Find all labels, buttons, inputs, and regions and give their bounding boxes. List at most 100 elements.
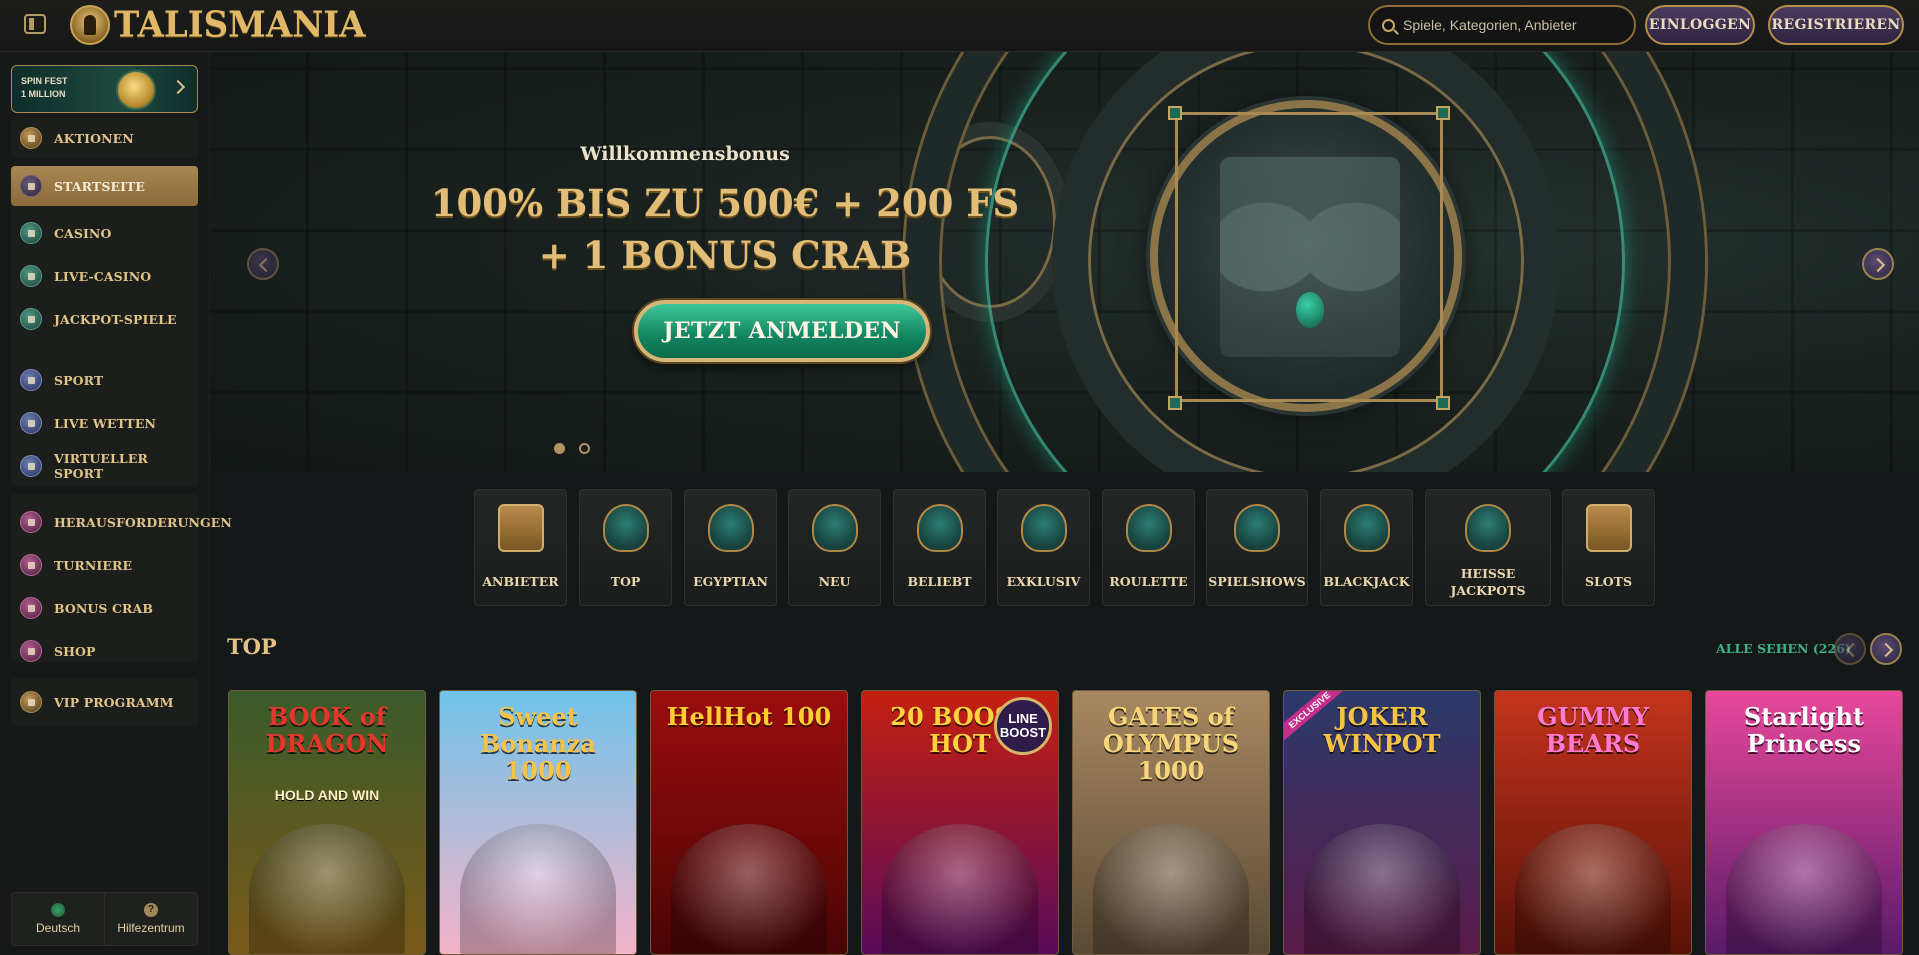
category-neu[interactable]: NEU: [788, 489, 881, 606]
game-tile[interactable]: HellHot 100: [650, 690, 848, 955]
sidebar-item-virtueller-sport[interactable]: VIRTUELLER SPORT: [11, 446, 198, 486]
category-anbieter[interactable]: ANBIETER: [474, 489, 567, 606]
game-title: HellHot 100: [666, 702, 832, 731]
hero-title-line1: 100% BIS ZU 500€ + 200 FS: [430, 181, 1020, 225]
spade-icon: [1343, 504, 1390, 552]
game-artwork: [671, 824, 827, 954]
category-label: ANBIETER: [482, 574, 559, 589]
challenge-icon: [20, 511, 42, 533]
category-top[interactable]: TOP: [579, 489, 672, 606]
gem-icon: [1168, 396, 1182, 410]
games-prev-arrow-icon[interactable]: [1834, 633, 1866, 665]
game-tile[interactable]: Starlight Princess: [1705, 690, 1903, 955]
category-roulette[interactable]: ROULETTE: [1102, 489, 1195, 606]
sidebar-item-turniere[interactable]: TURNIERE: [11, 545, 198, 585]
hero-subtitle: Willkommensbonus: [580, 143, 790, 165]
category-label: BLACKJACK: [1323, 574, 1410, 589]
game-tile[interactable]: GATES of OLYMPUS 1000: [1072, 690, 1270, 955]
game-title: GATES of OLYMPUS 1000: [1102, 702, 1240, 785]
sidebar-item-live-casino[interactable]: LIVE-CASINO: [11, 256, 198, 296]
signup-cta-button[interactable]: JETZT ANMELDEN: [634, 300, 930, 362]
promo-line2: 1 MILLION: [21, 89, 66, 99]
gamepad-icon: [20, 455, 42, 477]
game-tile[interactable]: Sweet Bonanza 1000: [439, 690, 637, 955]
sidebar-item-casino[interactable]: CASINO: [11, 213, 198, 253]
spade-icon: [20, 265, 42, 287]
nav-group-sport: SPORT LIVE WETTEN VIRTUELLER SPORT: [11, 348, 198, 486]
see-all-link[interactable]: ALLE SEHEN (226): [1716, 641, 1851, 656]
language-label: Deutsch: [35, 921, 81, 935]
category-egyptian[interactable]: EGYPTIAN: [684, 489, 777, 606]
carousel-dot[interactable]: [554, 443, 565, 454]
sidebar-item-label: AKTIONEN: [54, 130, 134, 146]
game-tile[interactable]: 20 BOOST HOT LINE BOOST: [861, 690, 1059, 955]
game-title: Sweet Bonanza 1000: [480, 702, 596, 785]
search-box[interactable]: [1368, 5, 1636, 45]
line-boost-badge: LINE BOOST: [994, 697, 1052, 755]
game-title: BOOK of DRAGON: [265, 702, 389, 758]
slot-machine-icon: [1585, 504, 1632, 552]
sidebar-item-vip-programm[interactable]: VIP PROGRAMM: [11, 682, 198, 722]
search-icon: [1382, 18, 1395, 32]
promo-coin-icon: [116, 70, 156, 110]
wheel-icon: [1234, 504, 1280, 552]
category-blackjack[interactable]: BLACKJACK: [1320, 489, 1413, 606]
sidebar-item-startseite[interactable]: STARTSEITE: [11, 166, 198, 206]
sidebar-item-aktionen[interactable]: AKTIONEN: [11, 118, 198, 158]
spin-fest-promo-banner[interactable]: SPIN FEST 1 MILLION: [11, 65, 198, 113]
scarab-icon: [1296, 292, 1324, 328]
logo-emblem-icon: [70, 5, 110, 45]
category-spielshows[interactable]: SPIELSHOWS: [1206, 489, 1308, 606]
sidebar-toggle-icon[interactable]: [24, 14, 46, 34]
category-label: EXKLUSIV: [1006, 574, 1081, 589]
game-artwork: [882, 824, 1038, 954]
sidebar-footer: Deutsch ? Hilfezentrum: [11, 892, 198, 946]
nav-group-vip: VIP PROGRAMM: [11, 678, 198, 726]
game-title: GUMMY BEARS: [1537, 702, 1649, 758]
language-selector[interactable]: Deutsch: [12, 893, 104, 945]
sidebar-item-herausforderungen[interactable]: HERAUSFORDERUNGEN: [11, 502, 232, 542]
games-next-arrow-icon[interactable]: [1870, 633, 1902, 665]
claw-icon: [20, 597, 42, 619]
help-center-link[interactable]: ? Hilfezentrum: [104, 893, 197, 945]
game-tile[interactable]: JOKER WINPOT EXCLUSIVE: [1283, 690, 1481, 955]
login-button[interactable]: EINLOGGEN: [1645, 5, 1755, 45]
sun-disc-icon: [811, 504, 858, 552]
gem-icon: [1168, 106, 1182, 120]
logo[interactable]: TALISMANIA: [70, 3, 366, 47]
category-beliebt[interactable]: BELIEBT: [893, 489, 986, 606]
game-artwork: [460, 824, 616, 954]
section-title: TOP: [227, 634, 277, 659]
live-tv-icon: [20, 412, 42, 434]
game-tile[interactable]: GUMMY BEARS: [1494, 690, 1692, 955]
sidebar-item-live-wetten[interactable]: LIVE WETTEN: [11, 403, 198, 443]
sidebar-item-jackpot-spiele[interactable]: JACKPOT-SPIELE: [11, 299, 198, 339]
hero-title-line2: + 1 BONUS CRAB: [538, 233, 912, 277]
gem-icon: [1436, 106, 1450, 120]
hero-banner[interactable]: Willkommensbonus 100% BIS ZU 500€ + 200 …: [210, 52, 1919, 472]
sidebar-item-label: STARTSEITE: [54, 178, 146, 194]
sidebar: SPIN FEST 1 MILLION AKTIONEN STARTSEITE …: [0, 52, 232, 955]
search-input[interactable]: [1403, 17, 1623, 33]
hero-prev-arrow-icon[interactable]: [247, 248, 279, 280]
register-button[interactable]: REGISTRIEREN: [1768, 5, 1904, 45]
sidebar-item-bonus-crab[interactable]: BONUS CRAB: [11, 588, 198, 628]
help-label: Hilfezentrum: [117, 921, 185, 935]
game-subtitle: HOLD AND WIN: [274, 787, 380, 803]
game-title: Starlight Princess: [1743, 702, 1865, 758]
sidebar-item-label: VIRTUELLER SPORT: [54, 451, 148, 481]
category-slots[interactable]: SLOTS: [1562, 489, 1655, 606]
category-heisse-jackpots[interactable]: HEISSE JACKPOTS: [1425, 489, 1551, 606]
nav-group-rewards: HERAUSFORDERUNGEN TURNIERE BONUS CRAB SH…: [11, 494, 232, 662]
sidebar-item-label: HERAUSFORDERUNGEN: [54, 514, 232, 530]
game-artwork: [1304, 824, 1460, 954]
category-exklusiv[interactable]: EXKLUSIV: [997, 489, 1090, 606]
sidebar-item-shop[interactable]: SHOP: [11, 631, 198, 671]
flame-icon: [1465, 504, 1511, 552]
gift-icon: [20, 127, 42, 149]
game-tile[interactable]: BOOK of DRAGON HOLD AND WIN: [228, 690, 426, 955]
carousel-dot[interactable]: [579, 443, 590, 454]
sidebar-item-label: SHOP: [54, 643, 96, 659]
sidebar-item-sport[interactable]: SPORT: [11, 360, 198, 400]
hero-next-arrow-icon[interactable]: [1862, 248, 1894, 280]
